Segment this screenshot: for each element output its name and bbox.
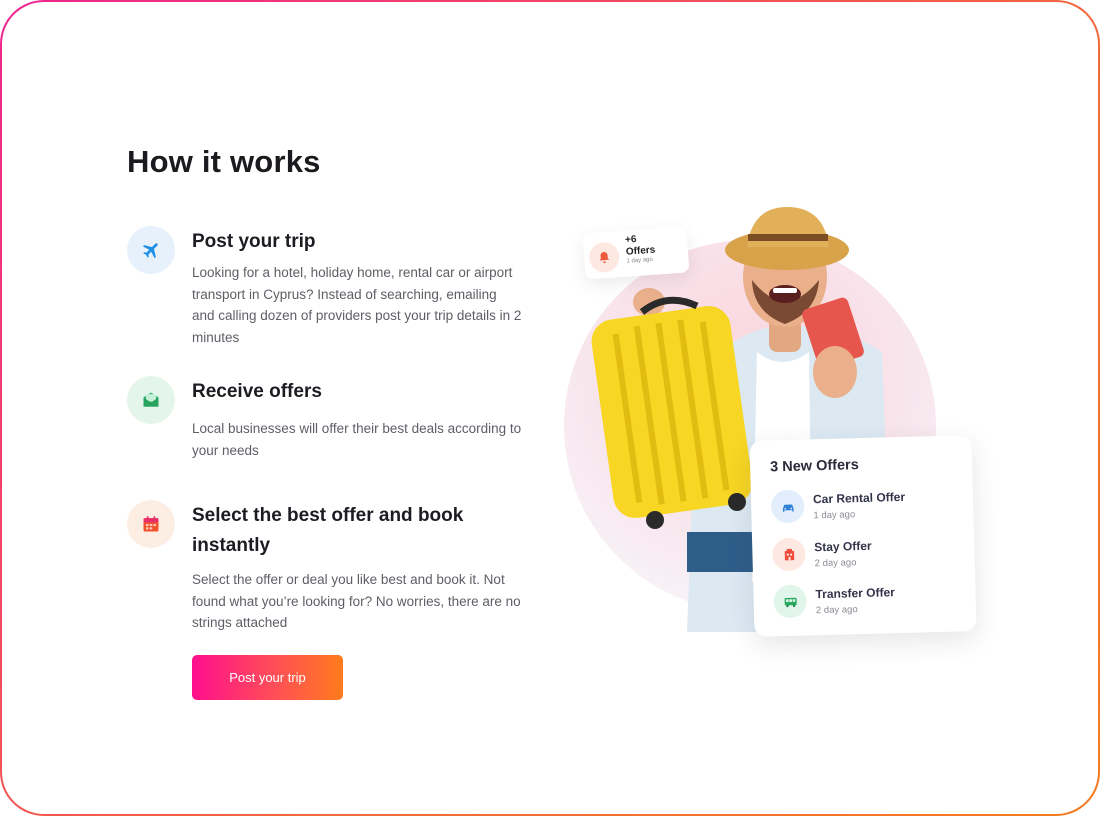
offers-notification: +6 Offers 1 day ago — [582, 226, 690, 280]
car-icon — [770, 489, 805, 524]
step-description: Local businesses will offer their best d… — [192, 421, 522, 458]
calendar-icon — [127, 500, 175, 548]
step-description: Select the offer or deal you like best a… — [192, 572, 521, 630]
hotel-icon — [772, 537, 806, 572]
offer-time: 2 day ago — [815, 604, 858, 617]
hero-illustration: +6 Offers 1 day ago 3 New Offers Car Ren… — [547, 202, 987, 652]
notification-time: 1 day ago — [626, 256, 654, 265]
envelope-offer-icon — [127, 376, 175, 424]
step-select-book: Select the best offer and book instantly… — [127, 500, 527, 640]
bell-icon — [588, 241, 621, 274]
step-description: Looking for a hotel, holiday home, renta… — [192, 265, 522, 345]
offer-item-car-rental[interactable]: Car Rental Offer 1 day ago — [770, 485, 962, 526]
step-post-trip: Post your trip Looking for a hotel, holi… — [127, 226, 527, 356]
offer-item-transfer[interactable]: Transfer Offer 2 day ago — [773, 580, 964, 621]
airplane-icon — [127, 226, 175, 274]
offer-name: Transfer Offer — [815, 585, 896, 602]
notification-label: Offers — [625, 244, 656, 258]
page-content: How it works Post your trip Looking for … — [2, 2, 1098, 814]
step-title: Receive offers — [192, 381, 322, 402]
offer-name: Stay Offer — [814, 538, 872, 555]
step-receive-offers: Receive offers Local businesses will off… — [127, 376, 527, 476]
section-title: How it works — [127, 144, 321, 179]
offer-item-stay[interactable]: Stay Offer 2 day ago — [772, 533, 963, 574]
page-frame: How it works Post your trip Looking for … — [0, 0, 1100, 816]
offer-name: Car Rental Offer — [812, 489, 906, 507]
bus-icon — [773, 584, 808, 619]
step-title: Select the best offer and book instantly — [192, 505, 464, 556]
offer-time: 1 day ago — [813, 509, 856, 522]
new-offers-card: 3 New Offers Car Rental Offer 1 day ago … — [749, 435, 977, 637]
step-title: Post your trip — [192, 231, 316, 252]
notification-count: +6 — [624, 233, 637, 246]
post-trip-button[interactable]: Post your trip — [192, 655, 343, 700]
offers-card-title: 3 New Offers — [769, 457, 860, 476]
offer-time: 2 day ago — [814, 557, 857, 570]
